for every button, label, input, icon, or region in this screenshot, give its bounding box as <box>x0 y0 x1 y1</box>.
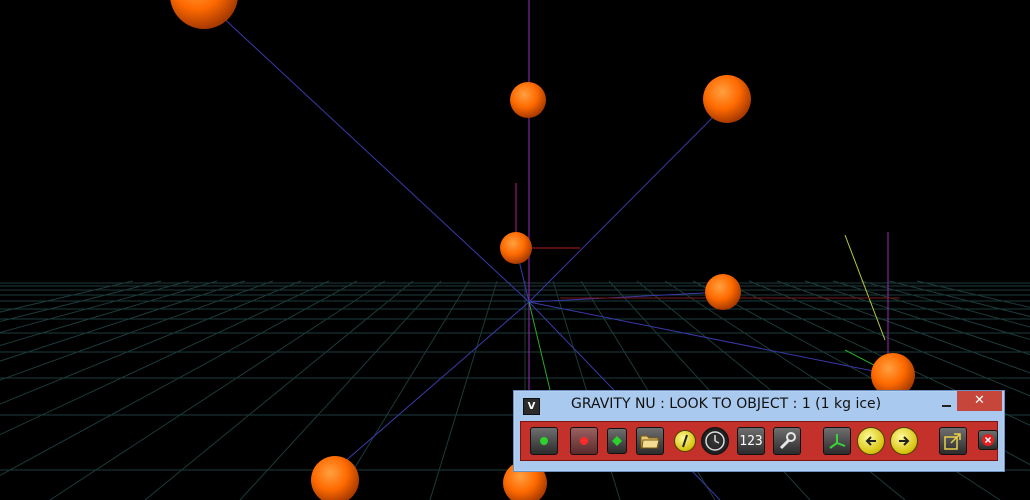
next-object-button[interactable] <box>890 427 918 455</box>
planet-sphere <box>703 75 751 123</box>
arrow-right-icon <box>899 436 910 446</box>
close-button[interactable]: ✕ <box>957 391 1002 411</box>
folder-icon <box>640 435 660 449</box>
arrow-left-icon <box>865 436 876 446</box>
orbit-line <box>203 0 530 303</box>
previous-object-button[interactable] <box>857 427 885 455</box>
axes-button[interactable] <box>823 427 851 455</box>
gravity-control-window: V GRAVITY NU : LOOK TO OBJECT : 1 (1 kg … <box>513 390 1005 472</box>
grid-line <box>0 280 274 381</box>
step-button[interactable] <box>607 428 627 454</box>
clock-icon <box>705 431 725 451</box>
settings-button[interactable] <box>773 427 801 455</box>
grid-line <box>144 280 414 500</box>
stop-button[interactable] <box>570 427 598 455</box>
axis-line <box>528 301 551 391</box>
numbers-button[interactable]: 123 <box>737 427 765 455</box>
maximize-view-button[interactable] <box>939 427 967 455</box>
grid-line <box>0 280 358 477</box>
grid-line <box>0 280 162 322</box>
time-button[interactable] <box>701 427 729 455</box>
window-titlebar[interactable]: V GRAVITY NU : LOOK TO OBJECT : 1 (1 kg … <box>514 391 1004 419</box>
orbit-line <box>528 99 731 303</box>
planet-sphere <box>705 274 741 310</box>
exit-icon <box>982 434 994 446</box>
external-window-icon <box>944 433 961 450</box>
info-icon <box>682 434 688 448</box>
start-button[interactable] <box>530 427 558 455</box>
info-button[interactable] <box>674 430 696 452</box>
planet-sphere <box>170 0 238 29</box>
open-button[interactable] <box>636 427 664 455</box>
wrench-icon <box>779 432 796 450</box>
app-icon: V <box>523 398 540 415</box>
numbers-icon: 123 <box>739 433 763 449</box>
grid-line <box>0 280 246 362</box>
axis-line <box>844 234 886 341</box>
grid-line <box>0 280 302 405</box>
minimize-button[interactable] <box>938 396 956 410</box>
orbit-line <box>528 301 894 376</box>
orbit-line <box>334 301 530 471</box>
window-title: GRAVITY NU : LOOK TO OBJECT : 1 (1 kg ic… <box>571 396 882 412</box>
green-diamond-icon <box>612 436 622 446</box>
red-dot-icon <box>580 437 588 445</box>
planet-sphere <box>311 456 359 500</box>
axes-icon <box>829 434 846 449</box>
green-dot-icon <box>540 437 548 445</box>
planet-sphere <box>500 232 532 264</box>
planet-sphere <box>510 82 546 118</box>
grid-line <box>429 280 498 500</box>
exit-button[interactable] <box>978 430 998 450</box>
toolbar: 123 <box>520 421 998 461</box>
